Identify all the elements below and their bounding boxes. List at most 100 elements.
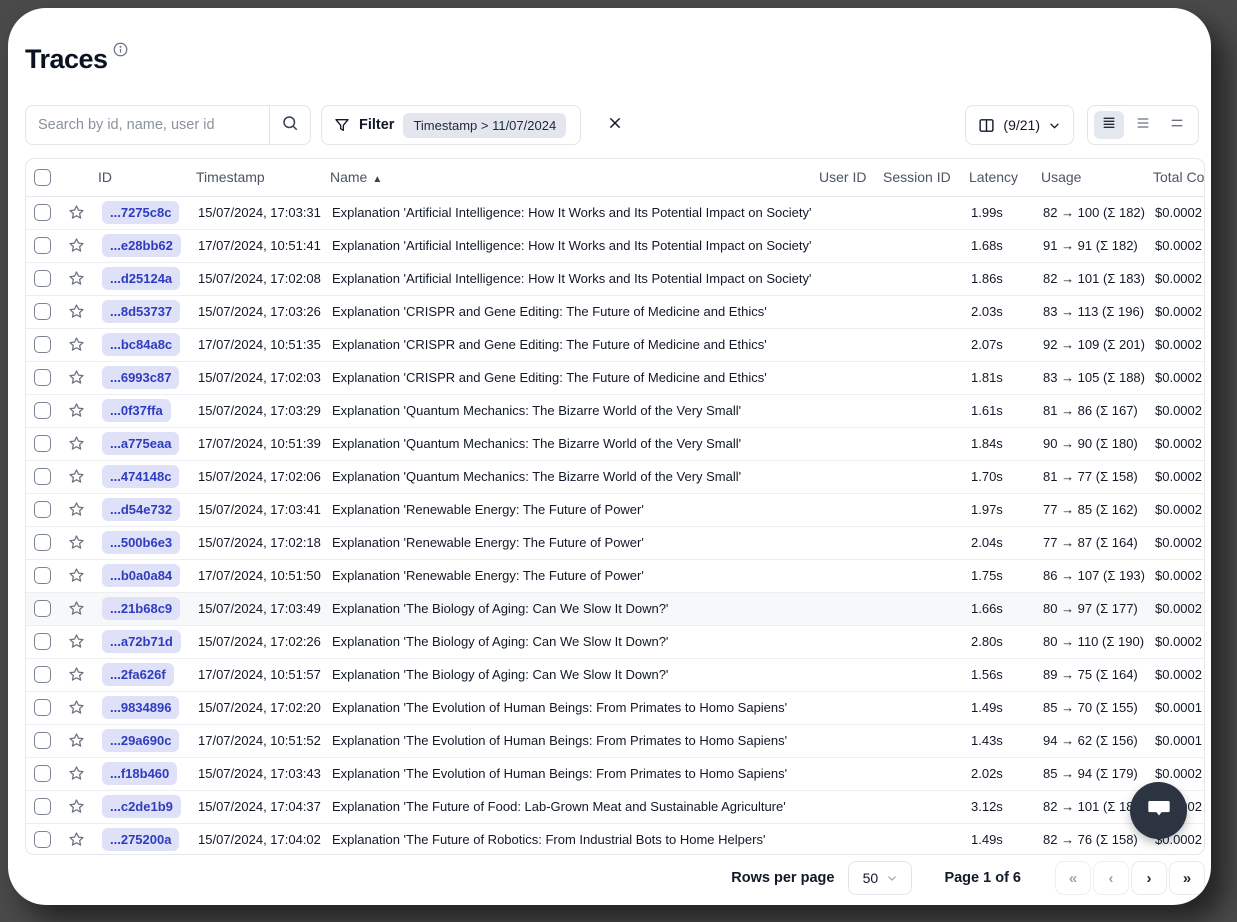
table-row[interactable]: ...21b68c9 15/07/2024, 17:03:49 Explanat… [26,592,1205,625]
star-icon[interactable] [68,402,85,419]
table-row[interactable]: ...e28bb62 17/07/2024, 10:51:41 Explanat… [26,229,1205,262]
search-button[interactable] [270,105,310,145]
trace-id-badge[interactable]: ...29a690c [102,729,179,752]
select-all-checkbox[interactable] [34,169,51,186]
trace-id-badge[interactable]: ...bc84a8c [102,333,180,356]
column-visibility-button[interactable]: (9/21) [965,105,1074,145]
row-checkbox[interactable] [34,369,51,386]
star-icon[interactable] [68,567,85,584]
star-icon[interactable] [68,336,85,353]
trace-id-badge[interactable]: ...7275c8c [102,201,179,224]
star-icon[interactable] [68,732,85,749]
row-height-medium-button[interactable] [1128,111,1158,139]
row-checkbox[interactable] [34,633,51,650]
filter-chip[interactable]: Timestamp > 11/07/2024 [403,113,566,138]
trace-id-badge[interactable]: ...500b6e3 [102,531,180,554]
star-icon[interactable] [68,501,85,518]
trace-id-badge[interactable]: ...b0a0a84 [102,564,180,587]
star-icon[interactable] [68,270,85,287]
star-icon[interactable] [68,237,85,254]
table-row[interactable]: ...6993c87 15/07/2024, 17:02:03 Explanat… [26,361,1205,394]
star-icon[interactable] [68,204,85,221]
table-row[interactable]: ...a775eaa 17/07/2024, 10:51:39 Explanat… [26,427,1205,460]
trace-id-badge[interactable]: ...2fa626f [102,663,174,686]
column-header-usage[interactable]: Usage [1041,159,1153,196]
table-row[interactable]: ...0f37ffa 15/07/2024, 17:03:29 Explanat… [26,394,1205,427]
row-checkbox[interactable] [34,798,51,815]
trace-id-badge[interactable]: ...d54e732 [102,498,180,521]
trace-id-badge[interactable]: ...9834896 [102,696,179,719]
row-checkbox[interactable] [34,468,51,485]
search-input[interactable] [26,117,269,133]
row-checkbox[interactable] [34,402,51,419]
next-page-button[interactable]: › [1131,861,1167,895]
row-checkbox[interactable] [34,237,51,254]
table-row[interactable]: ...275200a 15/07/2024, 17:04:02 Explanat… [26,823,1205,855]
trace-id-badge[interactable]: ...d25124a [102,267,180,290]
row-checkbox[interactable] [34,336,51,353]
trace-id-badge[interactable]: ...8d53737 [102,300,180,323]
table-row[interactable]: ...500b6e3 15/07/2024, 17:02:18 Explanat… [26,526,1205,559]
row-checkbox[interactable] [34,303,51,320]
row-checkbox[interactable] [34,765,51,782]
info-icon[interactable] [113,42,128,57]
trace-id-badge[interactable]: ...a775eaa [102,432,179,455]
star-icon[interactable] [68,666,85,683]
star-icon[interactable] [68,435,85,452]
table-row[interactable]: ...f18b460 15/07/2024, 17:03:43 Explanat… [26,757,1205,790]
column-header-user-id[interactable]: User ID [819,159,883,196]
trace-id-badge[interactable]: ...f18b460 [102,762,177,785]
rows-per-page-select[interactable]: 50 [848,861,912,895]
table-row[interactable]: ...8d53737 15/07/2024, 17:03:26 Explanat… [26,295,1205,328]
row-checkbox[interactable] [34,831,51,848]
trace-id-badge[interactable]: ...e28bb62 [102,234,181,257]
star-icon[interactable] [68,534,85,551]
table-row[interactable]: ...7275c8c 15/07/2024, 17:03:31 Explanat… [26,196,1205,229]
row-checkbox[interactable] [34,204,51,221]
clear-filter-button[interactable] [603,113,627,137]
trace-id-badge[interactable]: ...21b68c9 [102,597,180,620]
star-icon[interactable] [68,303,85,320]
table-row[interactable]: ...c2de1b9 15/07/2024, 17:04:37 Explanat… [26,790,1205,823]
star-icon[interactable] [68,699,85,716]
star-icon[interactable] [68,600,85,617]
table-row[interactable]: ...d25124a 15/07/2024, 17:02:08 Explanat… [26,262,1205,295]
row-height-small-button[interactable] [1094,111,1124,139]
column-header-id[interactable]: ID [98,159,196,196]
star-icon[interactable] [68,369,85,386]
column-header-latency[interactable]: Latency [969,159,1041,196]
table-row[interactable]: ...9834896 15/07/2024, 17:02:20 Explanat… [26,691,1205,724]
star-icon[interactable] [68,468,85,485]
table-row[interactable]: ...d54e732 15/07/2024, 17:03:41 Explanat… [26,493,1205,526]
row-checkbox[interactable] [34,732,51,749]
row-checkbox[interactable] [34,270,51,287]
table-row[interactable]: ...474148c 15/07/2024, 17:02:06 Explanat… [26,460,1205,493]
trace-id-badge[interactable]: ...c2de1b9 [102,795,181,818]
star-icon[interactable] [68,798,85,815]
row-checkbox[interactable] [34,666,51,683]
row-checkbox[interactable] [34,600,51,617]
row-checkbox[interactable] [34,435,51,452]
star-icon[interactable] [68,633,85,650]
row-height-large-button[interactable] [1162,111,1192,139]
trace-id-badge[interactable]: ...474148c [102,465,179,488]
column-header-total-cost[interactable]: Total Cost [1153,159,1205,196]
trace-id-badge[interactable]: ...0f37ffa [102,399,171,422]
row-checkbox[interactable] [34,567,51,584]
star-icon[interactable] [68,831,85,848]
table-row[interactable]: ...b0a0a84 17/07/2024, 10:51:50 Explanat… [26,559,1205,592]
row-checkbox[interactable] [34,534,51,551]
row-checkbox[interactable] [34,699,51,716]
last-page-button[interactable]: » [1169,861,1205,895]
filter-button[interactable]: Filter Timestamp > 11/07/2024 [321,105,581,145]
table-row[interactable]: ...29a690c 17/07/2024, 10:51:52 Explanat… [26,724,1205,757]
column-header-name[interactable]: Name▲ [330,159,819,196]
star-icon[interactable] [68,765,85,782]
column-header-timestamp[interactable]: Timestamp [196,159,330,196]
column-header-session-id[interactable]: Session ID [883,159,969,196]
table-row[interactable]: ...a72b71d 15/07/2024, 17:02:26 Explanat… [26,625,1205,658]
trace-id-badge[interactable]: ...275200a [102,828,179,851]
trace-id-badge[interactable]: ...a72b71d [102,630,181,653]
trace-id-badge[interactable]: ...6993c87 [102,366,179,389]
row-checkbox[interactable] [34,501,51,518]
